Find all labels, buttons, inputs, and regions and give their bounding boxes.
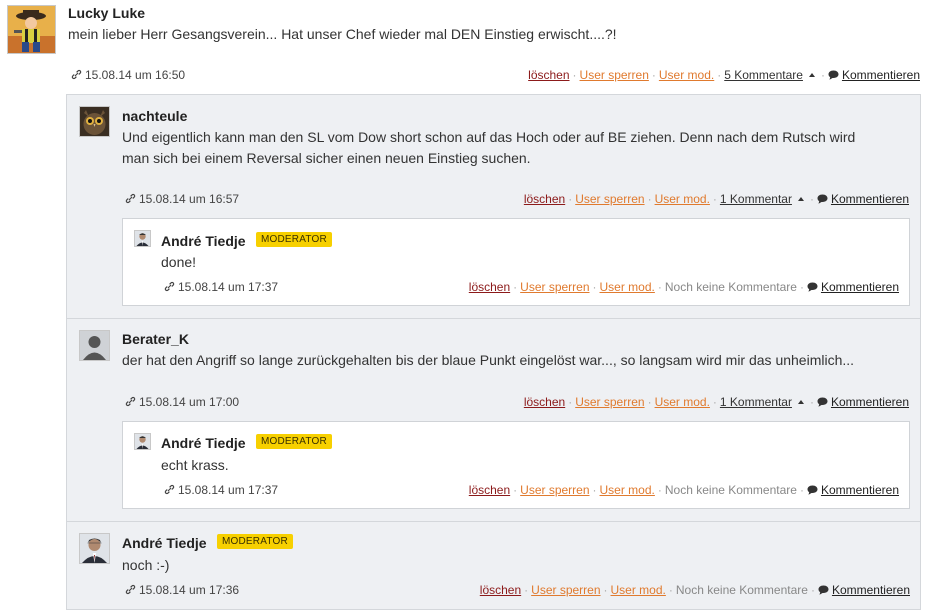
delete-link[interactable]: löschen: [480, 583, 521, 597]
author-name[interactable]: André Tiedje: [122, 535, 207, 551]
comment-text: echt krass.: [161, 457, 229, 473]
author-name[interactable]: André Tiedje: [161, 233, 246, 249]
comment-actions: löschen · User sperren · User mod. · 5 Komment…: [528, 68, 920, 82]
reply-link[interactable]: Kommentieren: [821, 280, 899, 294]
speech-bubble-icon[interactable]: [807, 282, 818, 292]
comment-actions: löschen · User sperren · User mod. · Noch kein…: [468, 280, 899, 294]
arrow-up-icon[interactable]: [808, 73, 815, 77]
moderator-badge: MODERATOR: [251, 434, 332, 449]
avatar-nachteule[interactable]: [79, 106, 110, 137]
speech-bubble-icon[interactable]: [807, 485, 818, 495]
comments-count-link[interactable]: 1 Kommentar: [720, 192, 792, 206]
row-divider: [67, 521, 920, 522]
delete-link[interactable]: löschen: [469, 280, 510, 294]
speech-bubble-icon[interactable]: [817, 397, 828, 407]
block-user-link[interactable]: User sperren: [520, 280, 589, 294]
timestamp: 15.08.14 um 17:00: [139, 395, 240, 409]
reply-link[interactable]: Kommentieren: [831, 192, 909, 206]
moderate-user-link[interactable]: User mod.: [600, 280, 655, 294]
no-comments-label: Noch keine Kommentare: [664, 280, 797, 294]
comment-actions: löschen · User sperren · User mod. · 1 Komment…: [523, 192, 909, 206]
comment-actions: löschen · User sperren · User mod. · Noch kein…: [468, 483, 899, 497]
block-user-link[interactable]: User sperren: [575, 192, 644, 206]
author-name[interactable]: Lucky Luke: [68, 5, 145, 21]
delete-link[interactable]: löschen: [469, 483, 510, 497]
link-icon[interactable]: [164, 281, 175, 292]
comment-meta: 15.08.14 um 17:37: [164, 280, 278, 294]
avatar-person-photo: [80, 534, 109, 563]
delete-link[interactable]: löschen: [524, 192, 565, 206]
avatar-berater-k[interactable]: [79, 330, 110, 361]
no-comments-label: Noch keine Kommentare: [675, 583, 808, 597]
author-name[interactable]: Berater_K: [122, 331, 189, 347]
moderator-badge: MODERATOR: [251, 232, 332, 247]
moderator-badge: MODERATOR: [212, 534, 293, 549]
block-user-link[interactable]: User sperren: [520, 483, 589, 497]
link-icon[interactable]: [125, 584, 136, 595]
comment-meta: 15.08.14 um 17:36: [125, 583, 239, 597]
comment-meta: 15.08.14 um 16:57: [125, 192, 239, 206]
reply-link[interactable]: Kommentieren: [821, 483, 899, 497]
comment-text-line: Und eigentlich kann man den SL vom Dow s…: [122, 129, 856, 145]
reply-link[interactable]: Kommentieren: [832, 583, 910, 597]
timestamp: 15.08.14 um 17:37: [178, 280, 279, 294]
comment-actions: löschen · User sperren · User mod. · 1 Komment…: [523, 395, 909, 409]
delete-link[interactable]: löschen: [528, 68, 569, 82]
author-name[interactable]: André Tiedje: [161, 435, 246, 451]
no-comments-label: Noch keine Kommentare: [664, 483, 797, 497]
comment-text: der hat den Angriff so lange zurückgehal…: [122, 352, 855, 368]
comment-text-line: man sich bei einem Reversal sicher einen…: [122, 150, 531, 166]
comment-meta: 15.08.14 um 17:37: [164, 483, 278, 497]
comment-actions: löschen · User sperren · User mod. · Noch kein…: [479, 583, 910, 597]
block-user-link[interactable]: User sperren: [531, 583, 600, 597]
reply-link[interactable]: Kommentieren: [842, 68, 920, 82]
avatar-owl-image: [80, 107, 109, 136]
avatar-andre-tiedje[interactable]: [134, 433, 151, 450]
link-icon[interactable]: [125, 396, 136, 407]
comment-text: mein lieber Herr Gesangsverein... Hat un…: [68, 26, 617, 42]
author-name[interactable]: nachteule: [122, 108, 187, 124]
timestamp: 15.08.14 um 16:57: [139, 192, 240, 206]
moderate-user-link[interactable]: User mod.: [611, 583, 666, 597]
avatar-andre-tiedje[interactable]: [134, 230, 151, 247]
speech-bubble-icon[interactable]: [817, 194, 828, 204]
arrow-up-icon[interactable]: [797, 400, 804, 404]
avatar-andre-tiedje[interactable]: [79, 533, 110, 564]
moderate-user-link[interactable]: User mod.: [655, 192, 710, 206]
comment-text: done!: [161, 254, 197, 270]
timestamp: 15.08.14 um 16:50: [85, 68, 186, 82]
comment-meta: 15.08.14 um 16:50: [71, 68, 185, 82]
block-user-link[interactable]: User sperren: [575, 395, 644, 409]
moderate-user-link[interactable]: User mod.: [655, 395, 710, 409]
timestamp: 15.08.14 um 17:36: [139, 583, 240, 597]
comments-count-link[interactable]: 5 Kommentare: [724, 68, 803, 82]
row-divider: [67, 318, 920, 319]
reply-link[interactable]: Kommentieren: [831, 395, 909, 409]
avatar-person-photo: [135, 434, 150, 449]
delete-link[interactable]: löschen: [524, 395, 565, 409]
link-icon[interactable]: [71, 69, 82, 80]
avatar-cowboy-image: [8, 6, 55, 53]
comment-text: noch :-): [122, 557, 170, 573]
timestamp: 15.08.14 um 17:37: [178, 483, 279, 497]
moderate-user-link[interactable]: User mod.: [600, 483, 655, 497]
comments-count-link[interactable]: 1 Kommentar: [720, 395, 792, 409]
link-icon[interactable]: [164, 484, 175, 495]
block-user-link[interactable]: User sperren: [580, 68, 649, 82]
speech-bubble-icon[interactable]: [828, 70, 839, 80]
moderate-user-link[interactable]: User mod.: [659, 68, 714, 82]
speech-bubble-icon[interactable]: [818, 585, 829, 595]
avatar-default-person: [80, 331, 109, 360]
avatar-person-photo: [135, 231, 150, 246]
avatar-lucky-luke[interactable]: [7, 5, 56, 54]
comment-meta: 15.08.14 um 17:00: [125, 395, 239, 409]
arrow-up-icon[interactable]: [797, 197, 804, 201]
link-icon[interactable]: [125, 193, 136, 204]
